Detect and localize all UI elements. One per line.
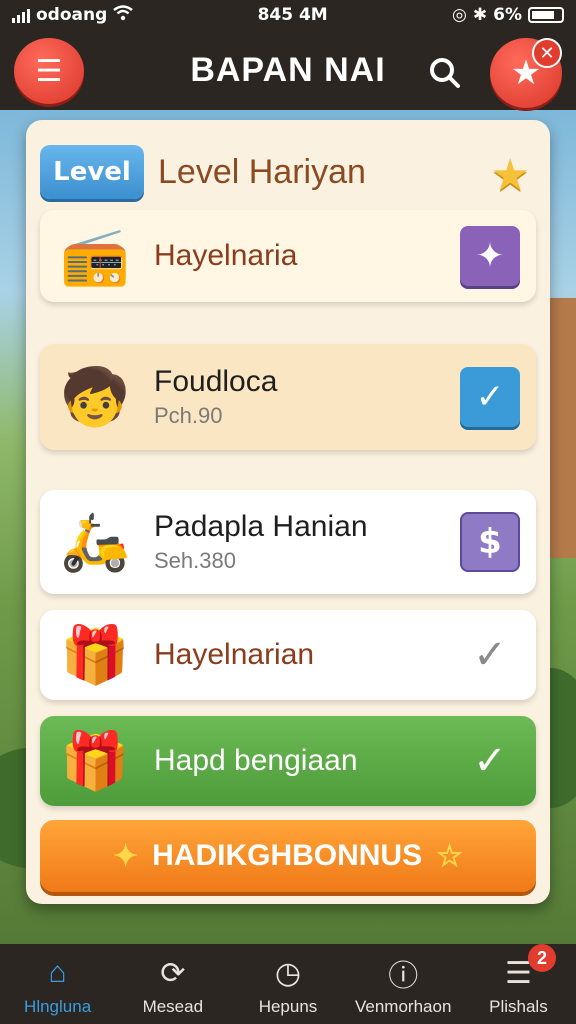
bonus-button-label: HADIKGHBONNUS (152, 839, 423, 872)
wifi-icon (113, 4, 134, 26)
nav-label: Venmorhaon (355, 997, 452, 1016)
radio-house-icon: 📻 (60, 224, 130, 289)
nav-item-hepuns[interactable]: ◷ Hepuns (230, 944, 345, 1024)
location-icon: ◎ (452, 5, 467, 25)
gift-icon: 🎁 (60, 623, 130, 688)
signal-icon (12, 7, 30, 23)
menu-button[interactable]: ☰ (14, 38, 84, 104)
list-item[interactable]: 🎁 Hapd bengiaan ✓ (40, 716, 536, 806)
check-icon: ✓ (473, 632, 507, 678)
level-badge: Level (40, 145, 144, 199)
favorites-button[interactable]: ★ ✕ (490, 38, 562, 108)
nav-label: Mesead (142, 997, 204, 1016)
menu-icon: ☰ (35, 53, 63, 89)
bottom-nav: ⌂ Hlngluna ⟳ Mesead ◷ Hepuns ⓘ Venmorhao… (0, 944, 576, 1024)
refresh-icon: ⟳ (160, 956, 186, 990)
app-title: BAPAN NAI (190, 50, 386, 89)
scooter-icon: 🛵 (60, 510, 130, 575)
panel-header: Level Level Hariyan ★ (40, 132, 536, 212)
nav-item-home[interactable]: ⌂ Hlngluna (0, 944, 115, 1024)
character-icon: 🧒 (60, 365, 130, 430)
check-button[interactable]: ✓ (460, 731, 520, 791)
alert-icon: ⓘ (388, 960, 419, 993)
status-left: odoang (12, 4, 134, 26)
nav-label: Hlngluna (24, 997, 92, 1016)
home-icon: ⌂ (48, 956, 67, 989)
nav-item-mesead[interactable]: ⟳ Mesead (115, 944, 230, 1024)
carrier-label: odoang (36, 5, 108, 25)
check-button[interactable]: ✓ (460, 625, 520, 685)
list-item[interactable]: 🧒 Foudloca Pch.90 ✓ (40, 344, 536, 450)
app-header: ☰ BAPAN NAI ★ ✕ (0, 30, 576, 110)
notification-badge: 2 (528, 944, 557, 972)
check-icon: ✓ (475, 377, 505, 417)
search-button[interactable] (422, 50, 466, 94)
search-icon (430, 58, 460, 88)
daily-level-panel: Level Level Hariyan ★ 📻 Hayelnaria ✦ 🧒 F… (26, 120, 550, 904)
dollar-icon: $ (478, 522, 502, 562)
star-icon: ☆ (436, 839, 464, 873)
dollar-button[interactable]: $ (460, 512, 520, 572)
nav-item-plishals[interactable]: ☰ Plishals 2 (461, 944, 576, 1024)
nav-item-venmorhaon[interactable]: ⓘ Venmorhaon (346, 944, 461, 1024)
wand-icon: ✦ (475, 236, 505, 276)
clock-icon: ◷ (274, 956, 302, 990)
clock-time: 845 4M (257, 5, 328, 25)
status-right: ◎ ✱ 6% (452, 5, 564, 25)
nav-label: Hepuns (258, 997, 318, 1016)
bluetooth-icon: ✱ (472, 5, 488, 25)
close-icon[interactable]: ✕ (532, 38, 562, 68)
gift-coin-icon: 🎁 (60, 729, 130, 794)
nav-label: Plishals (489, 997, 548, 1016)
status-bar: odoang 845 4M ◎ ✱ 6% (0, 0, 576, 30)
battery-icon (528, 7, 564, 23)
star-icon: ★ (490, 150, 530, 201)
checkbox-button[interactable]: ✓ (460, 367, 520, 427)
wand-button[interactable]: ✦ (460, 226, 520, 286)
panel-title: Level Hariyan (158, 152, 366, 191)
star-icon: ✦ (112, 839, 139, 873)
list-item[interactable]: 🛵 Padapla Hanian Seh.380 $ (40, 490, 536, 594)
battery-percent: 6% (493, 5, 522, 25)
list-item[interactable]: 📻 Hayelnaria ✦ (40, 210, 536, 302)
bonus-button[interactable]: ✦ HADIKGHBONNUS ☆ (40, 820, 536, 892)
list-item[interactable]: 🎁 Hayelnarian ✓ (40, 610, 536, 700)
check-icon: ✓ (473, 738, 507, 784)
